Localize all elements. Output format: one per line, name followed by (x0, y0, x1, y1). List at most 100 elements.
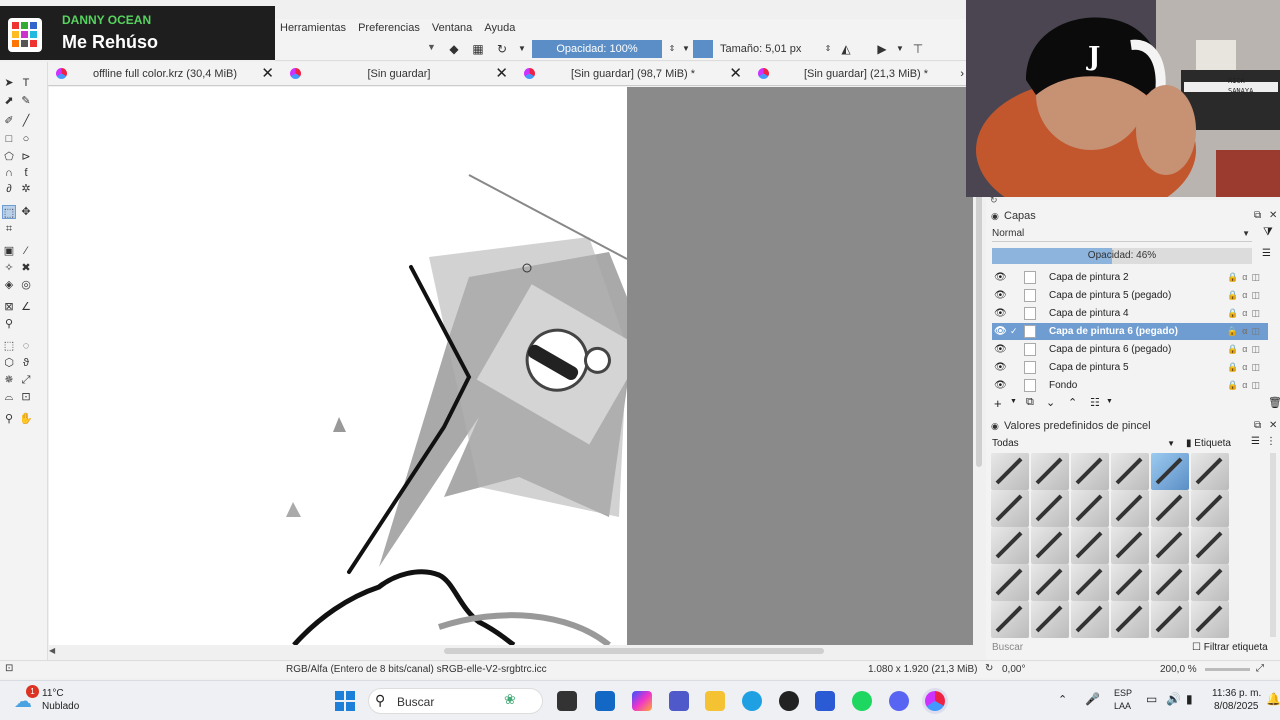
eye-icon[interactable]: 👁 (994, 269, 1007, 286)
krita-app-icon[interactable] (925, 691, 945, 711)
tray-overflow-icon[interactable]: ⌃ (1058, 693, 1067, 706)
close-icon[interactable]: ✕ (495, 62, 508, 86)
brush-preset-26[interactable] (1031, 601, 1069, 638)
reference-tool-icon[interactable]: ⚲ (2, 317, 16, 331)
close-icon[interactable]: ✕ (1269, 418, 1277, 434)
menu-icon[interactable]: ☰ (1262, 248, 1271, 259)
brush-preset-3[interactable] (1071, 453, 1109, 490)
float-icon[interactable]: ⧉ (1254, 208, 1261, 224)
dynamic-brush-icon[interactable]: ∂ (2, 182, 16, 196)
layer-row[interactable]: 👁 Capa de pintura 2 🔒α◫ (992, 269, 1268, 286)
layer-lock-icons[interactable]: 🔒α◫ (1227, 341, 1264, 358)
select-shape-icon[interactable]: ➤ (2, 76, 16, 90)
brush-preset-18[interactable] (1191, 527, 1229, 564)
brush-preset-2[interactable] (1031, 453, 1069, 490)
freehand-path-icon[interactable]: ƭ (19, 166, 33, 180)
layer-row[interactable]: 👁 Capa de pintura 4 🔒α◫ (992, 305, 1268, 322)
brush-preset-9[interactable] (1071, 490, 1109, 527)
colorize-mask-icon[interactable]: ✧ (2, 261, 16, 275)
mirror-vertical-icon[interactable]: ▶ (873, 40, 891, 58)
close-icon[interactable]: ✕ (261, 62, 274, 86)
brush-preset-30[interactable] (1191, 601, 1229, 638)
zoom-value[interactable]: 200,0 % (1160, 664, 1197, 675)
layer-lock-icons[interactable]: 🔒α◫ (1227, 305, 1264, 322)
menu-ayuda[interactable]: Ayuda (484, 19, 515, 37)
chrome-app-icon[interactable] (779, 691, 799, 711)
brush-preset-22[interactable] (1111, 564, 1149, 601)
brush-preset-6[interactable] (1191, 453, 1229, 490)
scroll-thumb[interactable] (444, 648, 824, 654)
eye-icon[interactable]: 👁 (994, 287, 1007, 304)
eraser-icon[interactable]: ◆ (445, 40, 463, 58)
layer-row[interactable]: 👁 Capa de pintura 5 (pegado) 🔒α◫ (992, 287, 1268, 304)
eye-icon[interactable]: 👁 (994, 323, 1007, 340)
blend-mode-select[interactable]: Normal ▼ (992, 226, 1252, 242)
move-up-icon[interactable]: ⌃ (1068, 396, 1077, 409)
similar-select-icon[interactable]: ⤢ (19, 373, 33, 387)
tag-button[interactable]: ▮ Etiqueta (1186, 436, 1231, 452)
brush-preset-29[interactable] (1151, 601, 1189, 638)
freehand-select-icon[interactable]: ϑ (19, 356, 33, 370)
canvas-area[interactable] (49, 87, 973, 645)
layer-properties-icon[interactable]: ☷ (1090, 396, 1100, 409)
brush-preset-21[interactable] (1071, 564, 1109, 601)
polygon-tool-icon[interactable]: ⬠ (2, 150, 16, 164)
spotify-app-icon[interactable] (852, 691, 872, 711)
discord-app-icon[interactable] (889, 691, 909, 711)
zoom-slider[interactable] (1205, 668, 1250, 671)
layer-lock-icons[interactable]: 🔒α◫ (1227, 323, 1264, 340)
more-icon[interactable]: ⋮ (1266, 436, 1276, 447)
add-layer-icon[interactable]: + (994, 396, 1002, 411)
layer-lock-icons[interactable]: 🔒α◫ (1227, 287, 1264, 304)
rotation-value[interactable]: 0,00° (1002, 664, 1025, 675)
layer-opacity-slider[interactable]: Opacidad: 46% (992, 248, 1252, 264)
brush-preset-5[interactable] (1151, 453, 1189, 490)
brush-preset-11[interactable] (1151, 490, 1189, 527)
multibrush-icon[interactable]: ✲ (19, 182, 33, 196)
layer-lock-icons[interactable]: 🔒α◫ (1227, 269, 1264, 286)
layer-row[interactable]: 👁 ✓ Capa de pintura 6 (pegado) 🔒α◫ (992, 323, 1268, 340)
copilot-app-icon[interactable] (632, 691, 652, 711)
assistant-tool-icon[interactable]: ⊠ (2, 300, 16, 314)
brush-preset-16[interactable] (1111, 527, 1149, 564)
transform-tool-icon[interactable]: ⬚ (2, 205, 16, 219)
float-icon[interactable]: ⧉ (1254, 418, 1261, 434)
delete-layer-icon[interactable]: 🗑 (1268, 396, 1280, 409)
crop-tool-icon[interactable]: ⌗ (2, 222, 16, 236)
calligraphy-icon[interactable]: ✎ (19, 94, 33, 108)
preserve-alpha-icon[interactable]: ▦ (469, 40, 487, 58)
bezier-tool-icon[interactable]: ∩ (2, 166, 16, 180)
canvas-page[interactable] (49, 87, 627, 645)
duplicate-layer-icon[interactable]: ⧉ (1026, 396, 1034, 409)
brush-scrollbar[interactable] (1270, 453, 1276, 637)
brush-preset-24[interactable] (1191, 564, 1229, 601)
brush-preset-25[interactable] (991, 601, 1029, 638)
size-slider[interactable]: Tamaño: 5,01 px (715, 40, 815, 58)
smart-patch-icon[interactable]: ✖ (19, 261, 33, 275)
list-view-icon[interactable]: ☰ (1251, 436, 1260, 447)
fullscreen-icon[interactable]: ⤢ (1256, 663, 1264, 674)
filter-tag-checkbox[interactable]: ☐ Filtrar etiqueta (1192, 641, 1268, 655)
gradient-tool-icon[interactable]: ▣ (2, 244, 16, 258)
menu-ventana[interactable]: Ventana (432, 19, 472, 37)
rotate-icon[interactable]: ↻ (985, 663, 993, 674)
chevron-down-icon[interactable]: ▼ (1010, 398, 1017, 405)
chevron-down-icon[interactable]: ▼ (513, 40, 531, 58)
task-view-icon[interactable] (557, 691, 577, 711)
network-icon[interactable]: ▭ (1146, 692, 1157, 706)
spin-arrows-icon[interactable]: ⇕ (819, 40, 837, 58)
store-app-icon[interactable] (595, 691, 615, 711)
polygon-select-icon[interactable]: ⬡ (2, 356, 16, 370)
brush-preset-14[interactable] (1031, 527, 1069, 564)
brush-preset-19[interactable] (991, 564, 1029, 601)
move-down-icon[interactable]: ⌄ (1046, 396, 1055, 409)
refresh-icon[interactable]: ↻ (990, 195, 998, 206)
clip-studio-icon[interactable] (815, 691, 835, 711)
brush-preset-23[interactable] (1151, 564, 1189, 601)
brush-tag-select[interactable]: Todas ▼ (992, 436, 1177, 452)
move-tool-icon[interactable]: ✥ (19, 205, 33, 219)
bezier-select-icon[interactable]: ⌓ (2, 390, 16, 404)
ellipse-select-icon[interactable]: ◌ (19, 339, 33, 353)
chevron-down-icon[interactable]: ▼ (1106, 398, 1113, 405)
brush-preset-12[interactable] (1191, 490, 1229, 527)
